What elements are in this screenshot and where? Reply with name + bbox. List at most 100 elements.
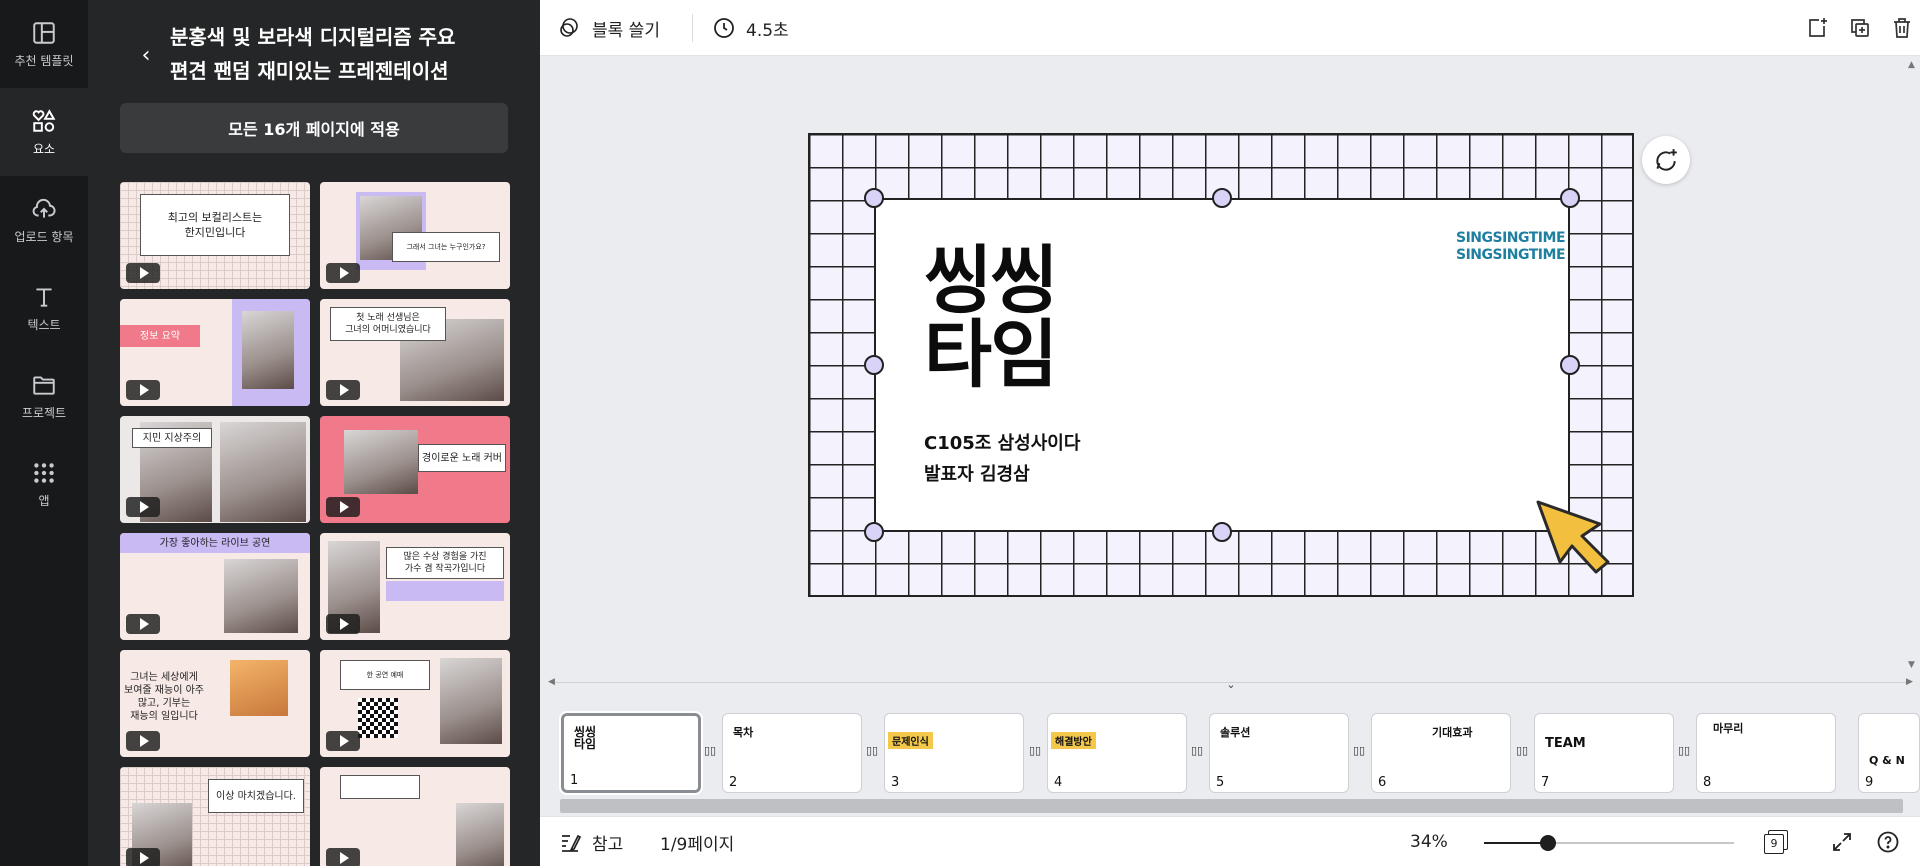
transition-icon[interactable]: ▯▯ (1029, 744, 1043, 758)
notes-button[interactable]: 참고 (558, 817, 623, 866)
template-thumb[interactable]: 정보 요약 (120, 299, 310, 406)
duration-button[interactable]: 4.5초 (712, 0, 789, 56)
rail-item-templates[interactable]: 추천 템플릿 (0, 0, 88, 88)
template-thumb[interactable]: 이상 마치겠습니다. (120, 767, 310, 866)
template-thumb[interactable]: 지민 지상주의 (120, 416, 310, 523)
page-thumb-2[interactable]: 목차 2 (722, 713, 862, 793)
page-thumb-8[interactable]: 마무리 8 (1696, 713, 1836, 793)
scroll-left-icon[interactable]: ◀ (548, 677, 555, 687)
add-comment-button[interactable] (1642, 136, 1690, 184)
add-page-button[interactable] (1802, 13, 1832, 43)
page-number: 7 (1541, 775, 1550, 790)
template-thumb[interactable]: 그래서 그녀는 누구인가요? (320, 182, 510, 289)
template-thumb[interactable]: 가장 좋아하는 라이브 공연 (120, 533, 310, 640)
page-thumb-3[interactable]: 문제인식 3 (884, 713, 1024, 793)
grid-view-button[interactable]: 9 (1764, 817, 1790, 866)
page-thumb-1[interactable]: 씽씽 타임 1 (559, 711, 703, 795)
thumb-title: 그녀는 세상에게 보여줄 재능이 아주 많고, 기부는 재능의 일입니다 (124, 672, 204, 722)
page-thumb-9[interactable]: Q & N 9 (1858, 713, 1920, 793)
page-thumb-4[interactable]: 해결방안 4 (1047, 713, 1187, 793)
transition-icon[interactable]: ▯▯ (1191, 744, 1205, 758)
play-icon[interactable] (326, 848, 360, 866)
template-thumb[interactable]: 경이로운 노래 커버 (320, 416, 510, 523)
template-thumb[interactable]: 최고의 보컬리스트는 한지민입니다 (120, 182, 310, 289)
play-icon[interactable] (126, 380, 160, 400)
transition-icon[interactable]: ▯▯ (866, 744, 880, 758)
resize-handle[interactable] (1212, 188, 1232, 208)
resize-handle[interactable] (864, 355, 884, 375)
transition-icon[interactable]: ▯▯ (1678, 744, 1692, 758)
page-number: 1 (570, 773, 579, 788)
page-thumb-title: 씽씽 타임 (574, 725, 597, 751)
chevron-down-icon[interactable]: ⌄ (1220, 678, 1242, 692)
erase-button[interactable]: 블록 쓸기 (558, 0, 660, 56)
play-icon[interactable] (326, 263, 360, 283)
page-number: 5 (1216, 775, 1225, 790)
resize-handle[interactable] (1560, 188, 1580, 208)
rail-item-projects[interactable]: 프로젝트 (0, 352, 88, 440)
slide-text-card[interactable]: 씽씽 타임 C105조 삼성사이다 발표자 김경삼 SINGSINGTIME S… (874, 198, 1570, 532)
transition-icon[interactable]: ▯▯ (1353, 744, 1367, 758)
horizontal-scrollbar[interactable] (560, 799, 1903, 813)
singsingtime-logo[interactable]: SINGSINGTIME SINGSINGTIME (1456, 230, 1566, 264)
page-thumb-7[interactable]: TEAM 7 (1534, 713, 1674, 793)
play-icon[interactable] (326, 380, 360, 400)
page-indicator[interactable]: 1/9페이지 (660, 817, 734, 866)
page-thumb-6[interactable]: 기대효과 6 (1371, 713, 1511, 793)
resize-handle[interactable] (864, 188, 884, 208)
rail-item-elements[interactable]: 요소 (0, 88, 88, 176)
zoom-slider-handle[interactable] (1540, 835, 1556, 851)
play-icon[interactable] (126, 497, 160, 517)
slide-canvas[interactable]: 씽씽 타임 C105조 삼성사이다 발표자 김경삼 SINGSINGTIME S… (808, 133, 1634, 597)
fullscreen-button[interactable] (1830, 817, 1854, 866)
rail-item-uploads[interactable]: 업로드 항목 (0, 176, 88, 264)
scroll-up-icon[interactable]: ▲ (1908, 60, 1915, 70)
rail-item-text[interactable]: 텍스트 (0, 264, 88, 352)
page-thumb-title: 문제인식 (888, 732, 933, 749)
template-thumb[interactable]: 한 공연 예매 (320, 650, 510, 757)
slide-subtitle[interactable]: C105조 삼성사이다 발표자 김경삼 (924, 428, 1080, 490)
zoom-slider-fill (1484, 842, 1548, 844)
template-thumb[interactable]: 그녀는 세상에게 보여줄 재능이 아주 많고, 기부는 재능의 일입니다 (120, 650, 310, 757)
play-icon[interactable] (126, 263, 160, 283)
resize-handle[interactable] (1212, 522, 1232, 542)
play-icon[interactable] (126, 614, 160, 634)
page-thumb-title: 해결방안 (1051, 732, 1096, 749)
trash-icon (1894, 18, 1910, 38)
help-icon (1877, 831, 1899, 853)
play-icon[interactable] (326, 731, 360, 751)
play-icon[interactable] (126, 731, 160, 751)
transition-icon[interactable]: ▯▯ (704, 744, 718, 758)
duration-label: 4.5초 (746, 20, 789, 41)
thumb-title: 지민 지상주의 (132, 428, 212, 448)
add-page-icon (1809, 18, 1827, 37)
delete-page-button[interactable] (1887, 13, 1917, 43)
apply-all-button[interactable]: 모든 16개 페이지에 적용 (120, 103, 508, 153)
scroll-down-icon[interactable]: ▼ (1908, 660, 1915, 670)
zoom-value[interactable]: 34% (1410, 817, 1448, 866)
notes-icon (562, 834, 582, 852)
notes-label: 참고 (592, 834, 624, 855)
resize-handle[interactable] (864, 522, 884, 542)
play-icon[interactable] (326, 614, 360, 634)
rail-item-apps[interactable]: 앱 (0, 440, 88, 528)
play-icon[interactable] (326, 497, 360, 517)
zoom-slider[interactable] (1484, 835, 1734, 851)
rail-label: 업로드 항목 (14, 229, 74, 244)
template-thumb[interactable] (320, 767, 510, 866)
page-thumb-5[interactable]: 솔루션 5 (1209, 713, 1349, 793)
template-thumb[interactable]: 첫 노래 선생님은 그녀의 어머니였습니다 (320, 299, 510, 406)
page-number: 4 (1054, 775, 1063, 790)
template-thumb[interactable]: 많은 수상 경험을 가진 가수 겸 작곡가입니다 (320, 533, 510, 640)
resize-handle[interactable] (1560, 355, 1580, 375)
scroll-right-icon[interactable]: ▶ (1906, 677, 1913, 687)
transition-icon[interactable]: ▯▯ (1516, 744, 1530, 758)
play-icon[interactable] (126, 848, 160, 866)
duplicate-page-button[interactable] (1845, 13, 1875, 43)
page-thumb-title: 솔루션 (1220, 726, 1251, 739)
help-button[interactable] (1876, 817, 1900, 866)
page-filmstrip: ⌄ ◀ ▶ 씽씽 타임 1 ▯▯ 목차 2 ▯▯ 문제인식 3 ▯▯ 해결방안 … (540, 676, 1920, 816)
back-button[interactable]: ‹ (128, 20, 164, 90)
clock-icon (714, 18, 734, 38)
slide-title[interactable]: 씽씽 타임 (924, 244, 1058, 392)
